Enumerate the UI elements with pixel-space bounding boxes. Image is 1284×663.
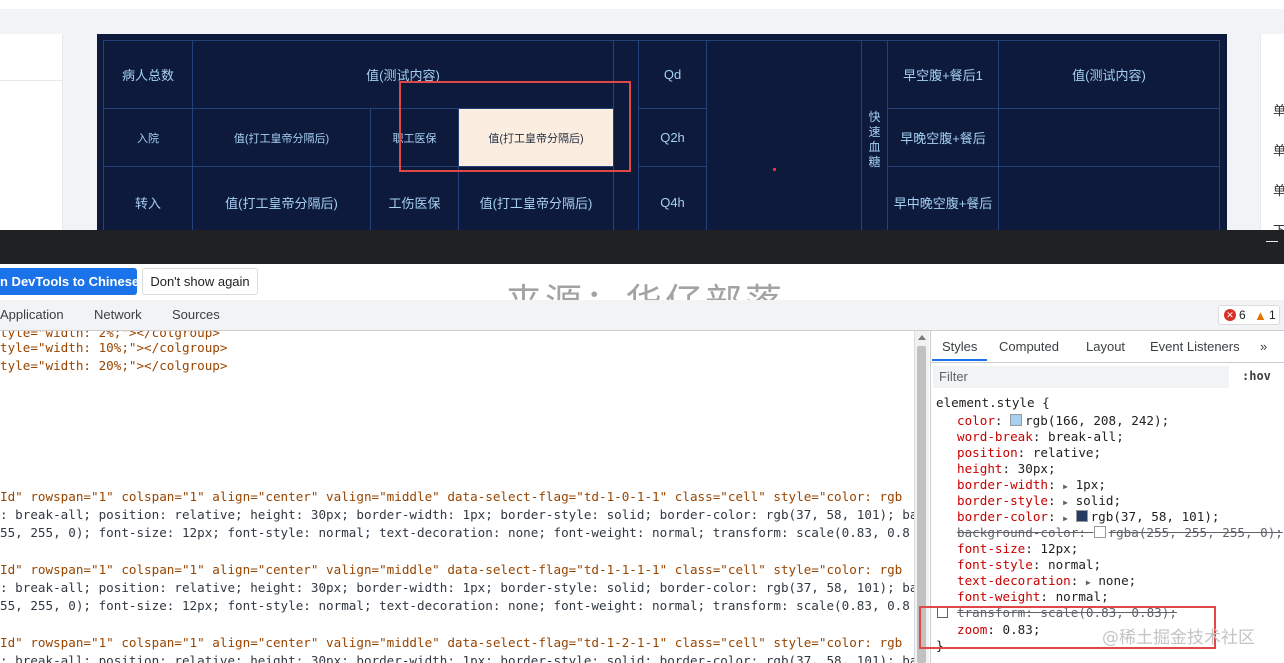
code-line[interactable]: : break-all; position: relative; height:…	[0, 652, 914, 663]
tab-network[interactable]: Network	[94, 307, 142, 322]
red-dot-marker	[773, 168, 776, 171]
style-rule-border-style[interactable]: border-style: ▶ solid;	[957, 493, 1121, 509]
expand-triangle-icon[interactable]: ▶	[1063, 498, 1068, 507]
scroll-up-icon[interactable]	[918, 335, 926, 340]
tab-layout[interactable]: Layout	[1086, 339, 1125, 354]
dont-show-again-button[interactable]: Don't show again	[142, 268, 258, 295]
cell-q2h[interactable]: Q2h	[638, 108, 707, 167]
style-rule-height[interactable]: height: 30px;	[957, 461, 1056, 477]
juejin-watermark: @稀土掘金技术社区	[1102, 628, 1255, 648]
warning-icon: ▲	[1254, 308, 1267, 323]
style-rule-text-decoration[interactable]: text-decoration: ▶ none;	[957, 573, 1136, 589]
style-rule-background-color[interactable]: background-color: rgba(255, 255, 255, 0)…	[957, 525, 1283, 541]
cell-value-split[interactable]: 值(打工皇帝分隔后)	[192, 108, 371, 167]
code-line[interactable]: : break-all; position: relative; height:…	[0, 579, 914, 597]
page-top-strip	[0, 0, 1284, 9]
code-line[interactable]: Id" rowspan="1" colspan="1" align="cente…	[0, 561, 902, 579]
tab-application[interactable]: Application	[0, 307, 64, 322]
webpage-viewport: 病人总数 值(测试内容) Qd 快 速 血 糖 早空腹+餐后1 值(测试内容) …	[0, 0, 1284, 230]
cell-empty-wide[interactable]	[706, 40, 862, 230]
code-line[interactable]: Id" rowspan="1" colspan="1" align="cente…	[0, 488, 902, 506]
style-rule-font-weight[interactable]: font-weight: normal;	[957, 589, 1109, 605]
style-rule-font-size[interactable]: font-size: 12px;	[957, 541, 1078, 557]
style-rule-border-color[interactable]: border-color: ▶ rgb(37, 58, 101);	[957, 509, 1220, 525]
color-swatch[interactable]	[1075, 510, 1088, 522]
data-table-panel: 病人总数 值(测试内容) Qd 快 速 血 糖 早空腹+餐后1 值(测试内容) …	[97, 34, 1227, 230]
cell-empty-right[interactable]	[998, 108, 1220, 167]
left-side-panel	[0, 34, 63, 230]
style-rule-border-width[interactable]: border-width: ▶ 1px;	[957, 477, 1106, 493]
color-swatch[interactable]	[1093, 526, 1106, 538]
switch-language-button[interactable]: n DevTools to Chinese	[0, 268, 137, 295]
style-selector: element.style {	[936, 395, 1050, 410]
page-gray-strip	[0, 9, 1284, 21]
styles-filter-input[interactable]: Filter	[933, 366, 1229, 388]
cell-value-split-3[interactable]: 值(打工皇帝分隔后)	[458, 166, 614, 230]
code-line[interactable]: tyle="width: 10%;"></colgroup>	[0, 339, 227, 357]
color-swatch[interactable]	[1010, 414, 1023, 426]
error-count: 6	[1239, 308, 1246, 322]
cell-injury-insurance[interactable]: 工伤医保	[370, 166, 459, 230]
cell-empty-right-2[interactable]	[998, 166, 1220, 230]
tab-sources[interactable]: Sources	[172, 307, 220, 322]
cell-three-meals[interactable]: 早中晚空腹+餐后	[887, 166, 999, 230]
tab-event-listeners[interactable]: Event Listeners	[1150, 339, 1240, 354]
cell-patient-total[interactable]: 病人总数	[103, 40, 193, 109]
cell-morning-fasting[interactable]: 早空腹+餐后1	[887, 40, 999, 109]
style-rule-word-break[interactable]: word-break: break-all;	[957, 429, 1124, 445]
cell-value-split-2[interactable]: 值(打工皇帝分隔后)	[192, 166, 371, 230]
more-tabs-icon[interactable]: »	[1260, 339, 1267, 354]
cell-qd[interactable]: Qd	[638, 40, 707, 109]
expand-triangle-icon[interactable]: ▶	[1063, 482, 1068, 491]
style-rule-color[interactable]: color: rgb(166, 208, 242);	[957, 413, 1169, 429]
elements-panel[interactable]: tyle="width: 2%;"></colgroup> tyle="widt…	[0, 331, 914, 663]
code-line[interactable]: 55, 255, 0); font-size: 12px; font-style…	[0, 524, 910, 542]
code-line[interactable]: tyle="width: 20%;"></colgroup>	[0, 357, 227, 375]
error-icon: ✕	[1224, 309, 1236, 321]
issues-counter[interactable]: ✕ 6 ▲ 1	[1218, 305, 1280, 325]
cell-transfer-in[interactable]: 转入	[103, 166, 193, 230]
style-rule-font-style[interactable]: font-style: normal;	[957, 557, 1101, 573]
style-rule-position[interactable]: position: relative;	[957, 445, 1101, 461]
minimize-icon[interactable]	[1266, 241, 1278, 242]
active-tab-indicator	[932, 359, 987, 361]
code-line[interactable]: Id" rowspan="1" colspan="1" align="cente…	[0, 634, 902, 652]
code-line[interactable]: : break-all; position: relative; height:…	[0, 506, 914, 524]
tab-styles[interactable]: Styles	[942, 339, 977, 354]
cell-value-test-right[interactable]: 值(测试内容)	[998, 40, 1220, 109]
devtools-header	[0, 230, 1284, 264]
code-line[interactable]: 55, 255, 0); font-size: 12px; font-style…	[0, 597, 910, 615]
data-table: 病人总数 值(测试内容) Qd 快 速 血 糖 早空腹+餐后1 值(测试内容) …	[103, 40, 1220, 230]
cell-q4h[interactable]: Q4h	[638, 166, 707, 230]
cell-morning-evening[interactable]: 早晚空腹+餐后	[887, 108, 999, 167]
cell-admission[interactable]: 入院	[103, 108, 193, 167]
expand-triangle-icon[interactable]: ▶	[1063, 514, 1068, 523]
hov-toggle[interactable]: :hov	[1242, 369, 1271, 383]
highlight-box-table	[399, 81, 631, 172]
cell-fast-blood-sugar[interactable]: 快 速 血 糖	[861, 40, 888, 230]
warning-count: 1	[1269, 308, 1276, 322]
right-side-panel: 单 单 单 下	[1260, 34, 1284, 230]
expand-triangle-icon[interactable]: ▶	[1086, 578, 1091, 587]
tab-computed[interactable]: Computed	[999, 339, 1059, 354]
